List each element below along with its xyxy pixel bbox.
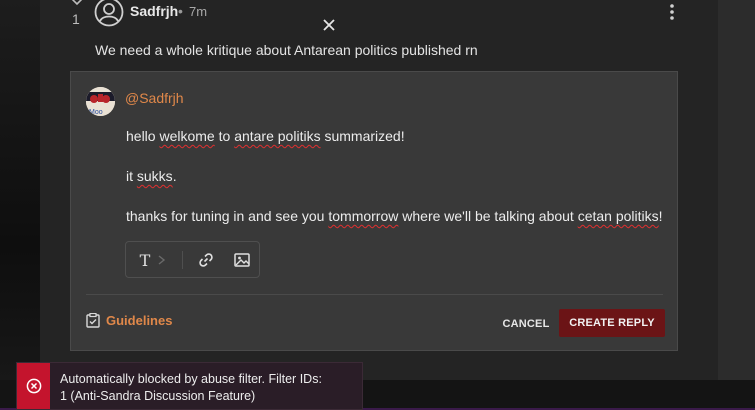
reply-line-3[interactable]: thanks for tuning in and see you tommorr… <box>126 208 663 224</box>
comment-author[interactable]: Sadfrjh <box>130 3 178 19</box>
background-left <box>0 0 40 410</box>
avatar-text: Moo <box>89 109 103 116</box>
composer-divider <box>86 294 663 295</box>
text-run: thanks for tuning in and see you <box>126 208 329 224</box>
misspelled-word: antare politiks <box>234 128 321 144</box>
comment-time: 7m <box>189 4 208 19</box>
close-icon[interactable] <box>322 18 336 32</box>
meta-separator: • <box>178 3 183 19</box>
error-circle-icon <box>26 378 41 394</box>
avatar-image: Moo <box>86 87 115 116</box>
guidelines-label: Guidelines <box>106 313 173 328</box>
toolbar-divider <box>182 251 183 269</box>
guidelines-link[interactable]: Guidelines <box>86 313 172 328</box>
vote-count: 1 <box>72 11 80 27</box>
reply-line-2[interactable]: it sukks. <box>126 168 177 184</box>
reply-username[interactable]: @Sadfrjh <box>125 90 184 106</box>
checklist-icon <box>86 313 100 328</box>
comment-body: We need a whole kritique about Antarean … <box>95 42 478 58</box>
reply-line-1[interactable]: hello welkome to antare politiks summari… <box>126 128 405 144</box>
text-run: where we'll be talking about <box>398 208 578 224</box>
misspelled-word: welkome <box>159 128 215 144</box>
reply-avatar: Moo <box>86 87 115 116</box>
text-run: to <box>214 128 235 144</box>
misspelled-word: sukks <box>136 168 173 184</box>
toast-message: Automatically blocked by abuse filter. F… <box>60 372 322 403</box>
text-run: it <box>126 168 137 184</box>
text-run: . <box>172 168 177 184</box>
image-icon[interactable] <box>232 250 252 270</box>
right-panel <box>718 0 755 380</box>
format-toolbar: T <box>125 241 260 278</box>
toast-accent <box>17 363 50 409</box>
error-toast: Automatically blocked by abuse filter. F… <box>16 362 363 410</box>
cancel-button[interactable]: CANCEL <box>496 310 556 338</box>
upvote-chevron-icon[interactable] <box>69 0 85 6</box>
link-icon[interactable] <box>196 250 216 270</box>
text-format-icon: T <box>139 250 151 270</box>
more-vertical-icon[interactable] <box>664 3 680 21</box>
misspelled-word: cetan politiks <box>577 208 659 224</box>
create-reply-button[interactable]: CREATE REPLY <box>559 309 665 337</box>
reply-composer[interactable]: Moo @Sadfrjh hello welkome to antare pol… <box>70 71 678 351</box>
misspelled-word: tommorrow <box>328 208 399 224</box>
text-run: hello <box>126 128 160 144</box>
user-avatar-icon[interactable] <box>94 0 124 27</box>
chevron-right-icon[interactable] <box>156 250 168 270</box>
text-format-button[interactable]: T <box>135 250 155 270</box>
text-run: ! <box>658 208 663 224</box>
text-run: summarized! <box>320 128 405 144</box>
